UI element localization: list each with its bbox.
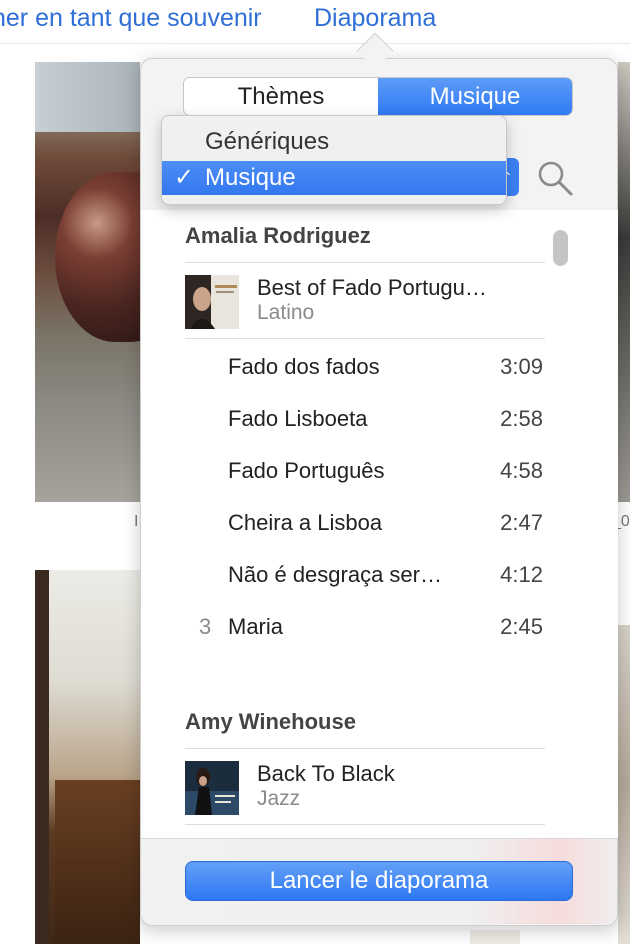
- track-row[interactable]: Fado dos fados 3:09: [141, 342, 618, 394]
- photo-thumbnail[interactable]: [618, 62, 630, 502]
- track-title: Fado Lisboeta: [228, 406, 368, 431]
- track-title: Fado Português: [228, 458, 385, 483]
- track-title: Maria: [228, 614, 284, 639]
- menu-item-generiques[interactable]: Génériques: [162, 125, 506, 159]
- album-title[interactable]: Back To Black: [257, 761, 395, 787]
- photo-thumbnail[interactable]: [618, 625, 630, 944]
- track-title: Cheira a Lisboa: [228, 510, 383, 535]
- scrollbar-thumb[interactable]: [553, 230, 568, 266]
- start-slideshow-button[interactable]: Lancer le diaporama: [185, 861, 573, 901]
- track-row[interactable]: Fado Lisboeta 2:58: [141, 394, 618, 446]
- track-row[interactable]: Fado Português 4:58: [141, 446, 618, 498]
- track-duration: 4:12: [500, 562, 543, 587]
- track-duration: 3:09: [500, 354, 543, 379]
- photo-thumbnail[interactable]: [35, 62, 140, 502]
- divider: [185, 824, 545, 825]
- artist-heading: Amy Winehouse: [185, 709, 356, 734]
- source-dropdown-menu: Génériques ✓ Musique: [161, 115, 507, 205]
- checkmark-icon: ✓: [174, 164, 195, 191]
- photo-detail: [35, 570, 49, 944]
- search-icon[interactable]: [535, 158, 575, 198]
- photo-caption: I: [134, 513, 139, 530]
- themes-music-segmented-control: Thèmes Musique: [183, 77, 573, 116]
- menu-item-label: Musique: [205, 164, 296, 191]
- track-duration: 2:45: [500, 614, 543, 639]
- artist-heading: Amalia Rodriguez: [185, 223, 371, 248]
- track-row[interactable]: 3 Maria 2:45: [141, 602, 618, 654]
- save-as-memory-link[interactable]: ner en tant que souvenir: [0, 4, 262, 33]
- track-number: 3: [199, 614, 212, 639]
- album-art[interactable]: [185, 761, 239, 815]
- track-duration: 4:58: [500, 458, 543, 483]
- tab-music[interactable]: Musique: [378, 78, 572, 115]
- tab-themes[interactable]: Thèmes: [184, 78, 378, 115]
- track-title: Não é desgraça ser…: [228, 562, 442, 587]
- photo-thumbnail[interactable]: [470, 930, 520, 944]
- slideshow-link[interactable]: Diaporama: [314, 4, 436, 33]
- album-genre: Latino: [257, 301, 315, 324]
- menu-item-label: Génériques: [205, 128, 330, 155]
- album-genre: Jazz: [257, 787, 301, 810]
- album-art[interactable]: [185, 275, 239, 329]
- track-title: Fado dos fados: [228, 354, 380, 379]
- divider: [185, 748, 545, 749]
- toolbar: ner en tant que souvenir Diaporama: [0, 0, 630, 44]
- photo-detail: [55, 780, 140, 944]
- track-row[interactable]: Não é desgraça ser… 4:12: [141, 550, 618, 602]
- photo-detail: [55, 172, 140, 342]
- photo-thumbnail[interactable]: [35, 570, 140, 944]
- divider: [185, 262, 545, 263]
- track-duration: 2:47: [500, 510, 543, 535]
- menu-item-musique[interactable]: ✓ Musique: [162, 161, 506, 195]
- photo-detail: [35, 62, 140, 132]
- track-duration: 2:58: [500, 406, 543, 431]
- divider: [185, 338, 545, 339]
- track-row[interactable]: Cheira a Lisboa 2:47: [141, 498, 618, 550]
- album-title[interactable]: Best of Fado Portugu…: [257, 275, 487, 301]
